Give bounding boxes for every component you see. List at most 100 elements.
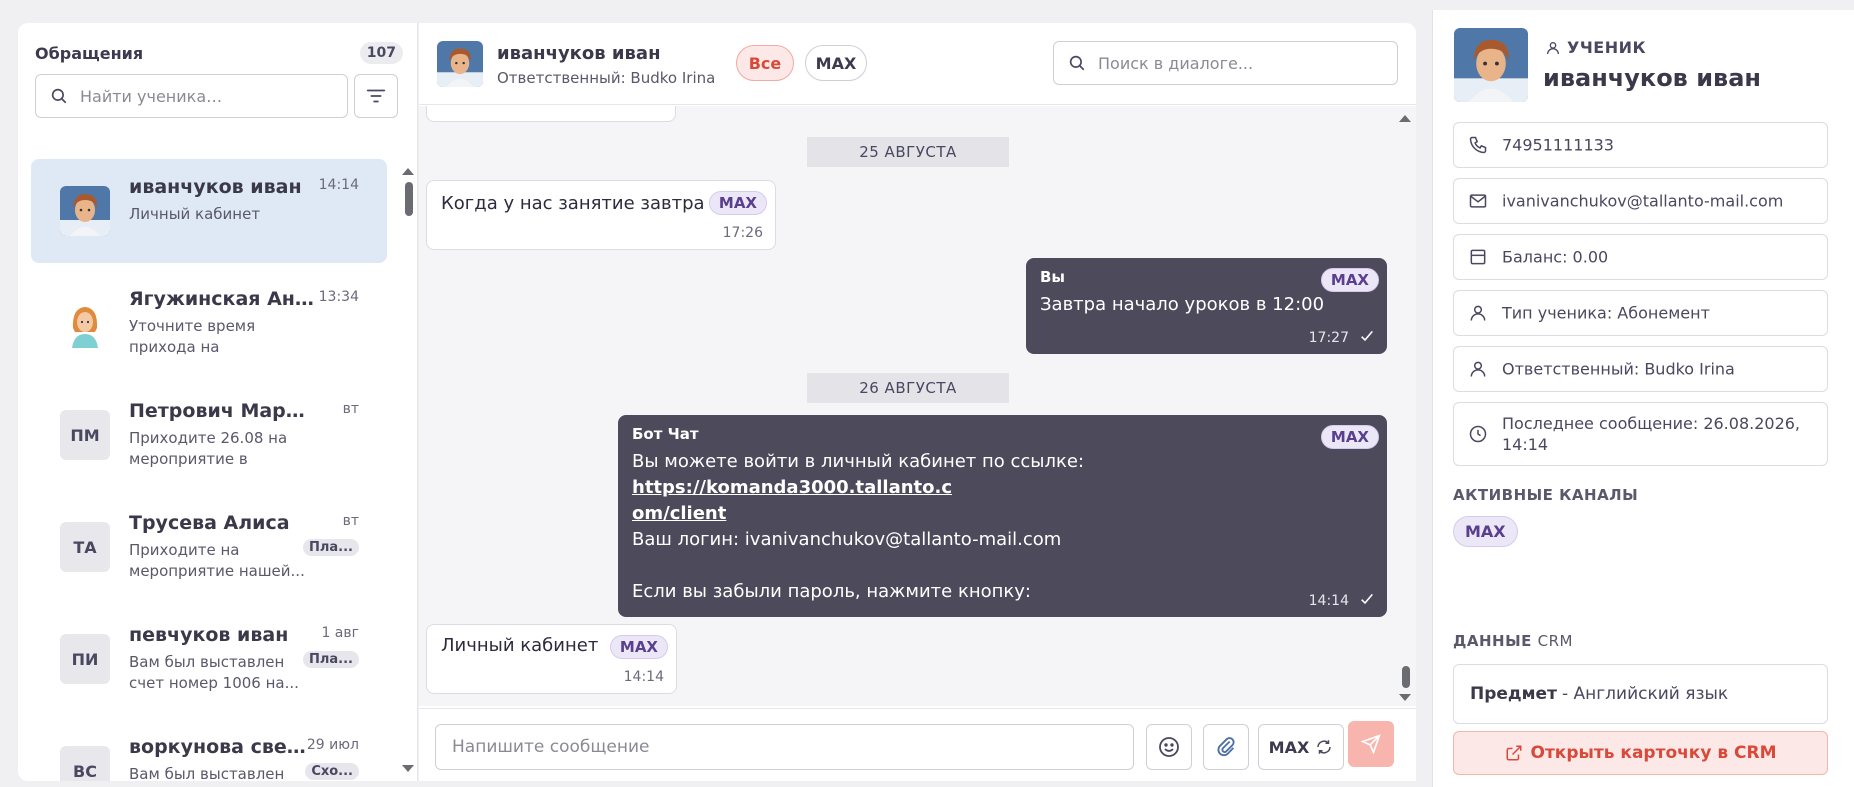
cabinet-link-continuation[interactable]: om/client xyxy=(632,503,726,524)
conversation-name: Ягужинская Анастасия xyxy=(129,288,314,310)
message-bubble: Вы MAX Завтра начало уроков в 12:00 17:2… xyxy=(1026,258,1387,354)
avatar xyxy=(60,298,110,348)
conversation-item[interactable]: Ягужинская Анастасия 13:34 Уточните врем… xyxy=(31,271,387,375)
crm-title-rest: CRM xyxy=(1537,632,1573,650)
last-message-value: Последнее сообщение: 26.08.2026, 14:14 xyxy=(1502,414,1801,454)
mail-icon xyxy=(1469,194,1487,208)
attach-button[interactable] xyxy=(1203,724,1249,770)
scrollbar-thumb[interactable] xyxy=(1402,666,1410,688)
message-text-line: Вы можете войти в личный кабинет по ссыл… xyxy=(632,451,1085,472)
conversations-title: Обращения xyxy=(35,44,144,63)
cabinet-link[interactable]: https://komanda3000.tallanto.c xyxy=(632,477,952,498)
responsible-value: Ответственный: Budko Irina xyxy=(1502,359,1735,379)
avatar xyxy=(60,186,110,236)
message-text: Завтра начало уроков в 12:00 xyxy=(1040,294,1325,315)
scroll-down-arrow-icon[interactable] xyxy=(402,765,414,772)
filter-button[interactable] xyxy=(354,74,398,118)
scroll-up-arrow-icon[interactable] xyxy=(1399,115,1411,122)
scrollbar-thumb[interactable] xyxy=(405,182,413,216)
wallet-icon xyxy=(1470,249,1486,265)
profile-role-label: УЧЕНИК xyxy=(1567,38,1647,57)
conversation-preview: Уточните время прихода на мероприятие ? xyxy=(129,317,256,356)
boy-avatar-icon xyxy=(1454,28,1528,102)
search-icon xyxy=(51,88,67,104)
student-search-input[interactable] xyxy=(80,75,339,117)
conversation-time: вт xyxy=(342,513,359,529)
date-separator: 25 АВГУСТА xyxy=(807,137,1009,167)
open-crm-label: Открыть карточку в CRM xyxy=(1530,743,1777,763)
email-field[interactable]: ivanivanchukov@tallanto-mail.com xyxy=(1453,178,1828,224)
dialog-search-input[interactable] xyxy=(1098,42,1389,84)
send-button[interactable] xyxy=(1348,721,1394,767)
scroll-up-arrow-icon[interactable] xyxy=(402,168,414,175)
balance-field: Баланс: 0.00 xyxy=(1453,234,1828,280)
chat-header: иванчуков иван Ответственный: Budko Irin… xyxy=(419,23,1416,105)
student-search[interactable] xyxy=(35,74,348,118)
student-type-field: Тип ученика: Абонемент xyxy=(1453,290,1828,336)
last-message-field: Последнее сообщение: 26.08.2026, 14:14 xyxy=(1453,402,1828,466)
conversation-scrollbar[interactable] xyxy=(402,133,414,781)
conversations-header: Обращения 107 xyxy=(35,42,403,66)
avatar-initials: ПМ xyxy=(60,410,110,460)
boy-avatar-icon xyxy=(60,186,110,236)
avatar-initials: ПИ xyxy=(60,634,110,684)
conversation-name: Петрович Маргарита xyxy=(129,400,314,422)
conversation-item[interactable]: иванчуков иван 14:14 Личный кабинет xyxy=(31,159,387,263)
boy-avatar-icon xyxy=(437,41,483,87)
channel-switch-button[interactable]: MAX xyxy=(1258,724,1344,770)
message-scrollbar[interactable] xyxy=(1399,106,1411,706)
message-composer: MAX xyxy=(419,708,1416,781)
external-link-icon xyxy=(1506,745,1521,761)
conversation-name: иванчуков иван xyxy=(129,176,302,198)
message-input-wrapper[interactable] xyxy=(435,724,1134,770)
crm-data-title: ДАННЫЕ CRM xyxy=(1453,632,1573,650)
active-channel-badge: MAX xyxy=(1453,516,1518,547)
conversation-time: 14:14 xyxy=(318,177,359,193)
user-icon xyxy=(1547,42,1559,55)
balance-value: Баланс: 0.00 xyxy=(1502,247,1609,267)
conversation-item[interactable]: ПМ Петрович Маргарита вт Приходите 26.08… xyxy=(31,383,387,487)
chat-contact-name: иванчуков иван xyxy=(497,43,661,64)
message-bubble: Когда у нас занятие завтра ? MAX 17:26 xyxy=(426,180,776,250)
phone-field[interactable]: 74951111133 xyxy=(1453,122,1828,168)
avatar-initials: ТА xyxy=(60,522,110,572)
scroll-down-arrow-icon[interactable] xyxy=(1399,694,1411,701)
dialog-search[interactable] xyxy=(1053,41,1398,85)
message-time: 14:14 xyxy=(1308,593,1349,609)
message-text-line: Если вы забыли пароль, нажмите кнопку: xyxy=(632,581,1031,602)
message-time: 17:27 xyxy=(1308,330,1349,346)
message-text: Личный кабинет xyxy=(441,635,599,656)
conversation-item[interactable]: ТА Трусева Алиса вт Пла... Приходите на … xyxy=(31,495,387,599)
message-bubble: Бот Чат MAX Вы можете войти в личный каб… xyxy=(618,415,1387,617)
conversations-panel: Обращения 107 иванчуков иван 14:14 Личны… xyxy=(18,23,418,781)
message-text-line: Ваш логин: ivanivanchukov@tallanto-mail.… xyxy=(632,529,1062,550)
chat-avatar xyxy=(437,41,483,87)
message-area[interactable]: 25 АВГУСТА Когда у нас занятие завтра ? … xyxy=(419,106,1416,706)
conversation-time: 1 авг xyxy=(321,625,359,641)
channel-badge: MAX xyxy=(1320,268,1379,292)
message-bubble: Личный кабинет MAX 14:14 xyxy=(426,624,677,694)
conversation-item[interactable]: ПИ певчуков иван 1 авг Пла... Вам был вы… xyxy=(31,607,387,711)
filter-all-button[interactable]: Все xyxy=(736,45,794,81)
conversation-preview: Вам был выставлен счет номер 1006 на... xyxy=(129,653,299,692)
open-crm-card-button[interactable]: Открыть карточку в CRM xyxy=(1453,731,1828,775)
conversation-time: 13:34 xyxy=(318,289,359,305)
message-input[interactable] xyxy=(436,725,1133,769)
message-author: Вы xyxy=(1040,268,1065,286)
check-icon xyxy=(1361,330,1373,342)
channel-switch-label: MAX xyxy=(1268,737,1310,757)
conversation-item[interactable]: ВС воркунова светлана 29 июл Схо... Вам … xyxy=(31,719,387,781)
refresh-icon xyxy=(1317,740,1332,754)
chat-panel: иванчуков иван Ответственный: Budko Irin… xyxy=(419,23,1416,781)
conversation-name: Трусева Алиса xyxy=(129,512,290,534)
emoji-button[interactable] xyxy=(1146,724,1192,770)
message-text: Вы можете войти в личный кабинет по ссыл… xyxy=(632,449,1312,605)
paperclip-icon xyxy=(1217,737,1235,757)
conversation-list[interactable]: иванчуков иван 14:14 Личный кабинет Ягуж… xyxy=(18,133,418,781)
conversation-preview: Приходите 26.08 на мероприятие в нашем..… xyxy=(129,429,288,468)
user-icon xyxy=(1470,361,1486,377)
responsible-field: Ответственный: Budko Irina xyxy=(1453,346,1828,392)
active-channels-title: АКТИВНЫЕ КАНАЛЫ xyxy=(1453,486,1639,504)
profile-avatar xyxy=(1454,28,1528,102)
filter-max-button[interactable]: MAX xyxy=(805,45,867,81)
